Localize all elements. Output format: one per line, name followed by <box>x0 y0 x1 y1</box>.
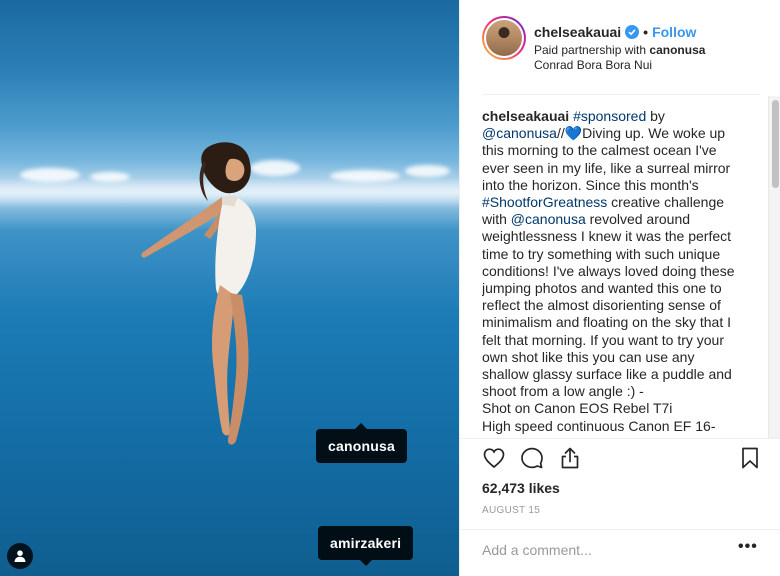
post-date[interactable]: AUGUST 15 <box>482 505 540 516</box>
caption-author[interactable]: chelseakauai <box>482 108 569 124</box>
share-button[interactable] <box>558 446 584 472</box>
share-icon <box>561 447 579 469</box>
author-username[interactable]: chelseakauai <box>534 24 621 40</box>
caption: chelseakauai #sponsored by @canonusa//💙D… <box>482 108 744 438</box>
likes-count[interactable]: 62,473 likes <box>482 480 560 496</box>
caption-scroll-area[interactable]: chelseakauai #sponsored by @canonusa//💙D… <box>482 108 762 438</box>
mention-canonusa-2[interactable]: @canonusa <box>511 211 586 227</box>
comment-button[interactable] <box>520 446 546 472</box>
divider <box>460 529 780 530</box>
photo-tag-canonusa[interactable]: canonusa <box>316 423 407 463</box>
follow-button[interactable]: Follow <box>652 24 696 40</box>
photo-tag-amirzakeri[interactable]: amirzakeri <box>318 526 414 566</box>
caption-camera-line: Shot on Canon EOS Rebel T7i <box>482 400 673 417</box>
divider <box>460 438 780 439</box>
hashtag-sponsored[interactable]: #sponsored <box>573 108 646 124</box>
location-link[interactable]: Conrad Bora Bora Nui <box>534 58 652 72</box>
caption-scrollbar[interactable] <box>768 96 780 438</box>
more-options-button[interactable]: ••• <box>738 538 758 556</box>
avatar <box>486 20 522 56</box>
user-tags-button[interactable] <box>7 543 33 569</box>
paid-partnership: Paid partnership with canonusa <box>534 43 706 57</box>
scrollbar-thumb[interactable] <box>772 100 779 188</box>
action-bar <box>482 446 762 474</box>
separator-dot: • <box>643 24 649 40</box>
comment-icon <box>521 447 543 469</box>
story-ring[interactable] <box>482 16 526 60</box>
mention-canonusa[interactable]: @canonusa <box>482 125 557 141</box>
post-header: chelseakauai • Follow Paid partnership w… <box>460 0 780 82</box>
cloud <box>405 165 450 177</box>
partner-link[interactable]: canonusa <box>649 43 705 57</box>
heart-icon <box>483 448 505 469</box>
post-details-panel: chelseakauai • Follow Paid partnership w… <box>459 0 780 576</box>
comment-input[interactable] <box>482 538 722 562</box>
blue-heart-emoji: 💙 <box>564 125 583 142</box>
bookmark-icon <box>742 447 758 469</box>
person-icon <box>14 550 26 562</box>
jumping-woman-figure <box>141 142 256 445</box>
caption-lens-line: High speed continuous Canon EF 16-35mm f… <box>482 417 716 438</box>
verified-badge-icon <box>625 25 640 39</box>
post-photo[interactable]: canonusa amirzakeri <box>0 0 459 576</box>
like-button[interactable] <box>482 446 508 472</box>
save-button[interactable] <box>738 446 764 472</box>
divider <box>482 94 759 95</box>
hashtag-shootforgreatness[interactable]: #ShootforGreatness <box>482 194 607 210</box>
